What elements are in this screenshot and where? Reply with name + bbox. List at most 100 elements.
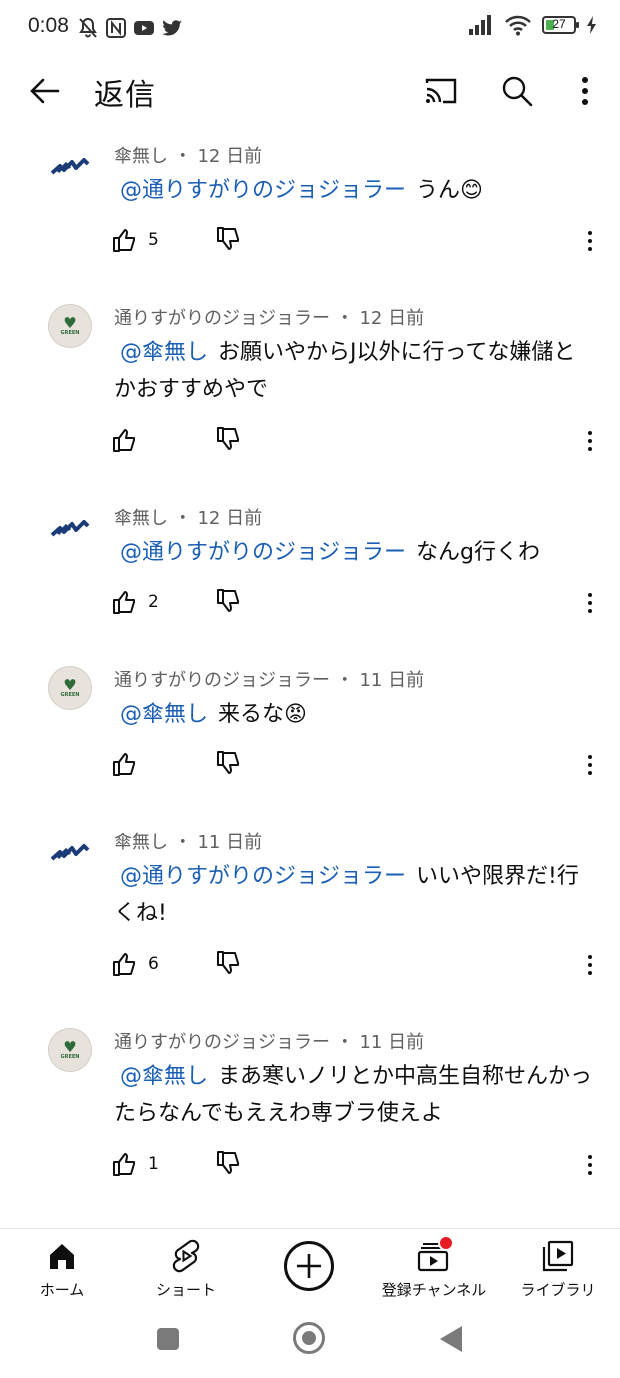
shorts-icon [172,1239,200,1273]
page-title: 返信 [94,78,156,113]
home-system-button[interactable] [293,1322,325,1354]
mention-link[interactable]: @通りすがりのジョジョラー [120,178,406,203]
avatar[interactable] [48,826,92,870]
dislike-button[interactable] [216,426,242,456]
dislike-button[interactable] [216,950,242,980]
thumbs-up-icon [113,229,135,252]
like-button[interactable] [112,422,148,458]
thumbs-up-icon [113,1153,135,1176]
comment-text: @傘無し 来るな😡 [114,696,594,733]
charging-icon [587,16,596,34]
search-button[interactable] [496,70,538,112]
like-count: 2 [148,592,159,612]
thumbs-down-icon [217,589,239,612]
thumbs-down-icon [217,1151,239,1174]
nav-label: 登録チャンネル [381,1281,487,1299]
thumbs-down-icon [217,951,239,974]
dislike-button[interactable] [216,226,242,256]
author-name[interactable]: 傘無し [114,146,168,167]
mention-link[interactable]: @通りすがりのジョジョラー [120,540,406,565]
recents-button[interactable] [157,1328,179,1350]
like-button[interactable]: 2 [112,584,159,620]
battery-icon: 27 [542,16,579,34]
dislike-button[interactable] [216,750,242,780]
like-count: 6 [148,954,159,974]
timestamp: 11 日前 [197,832,263,853]
mention-link[interactable]: @通りすがりのジョジョラー [120,864,406,889]
comment-body: 来るな😡 [218,702,307,727]
comment-meta: 通りすがりのジョジョラー ・ 12 日前 [114,304,424,330]
comment-meta: 傘無し ・ 11 日前 [114,828,262,854]
nav-subscriptions[interactable]: 登録チャンネル [372,1235,496,1300]
comment-actions [112,422,612,462]
twitter-icon [162,20,182,36]
timestamp: 11 日前 [359,670,425,691]
nav-label: ライブラリ [520,1281,596,1299]
mention-link[interactable]: @傘無し [120,1064,208,1089]
comment-actions: 5 [112,222,612,262]
like-button[interactable] [112,746,148,782]
comment-menu-button[interactable] [580,226,600,256]
author-name[interactable]: 通りすがりのジョジョラー [114,308,330,329]
comment-text: @傘無し お願いやからJ以外に行ってな嫌儲とかおすすめやで [114,334,594,408]
nav-label: ホーム [39,1281,85,1299]
dislike-button[interactable] [216,1150,242,1180]
author-name[interactable]: 傘無し [114,832,168,853]
separator: ・ [335,670,354,691]
comment-text: @通りすがりのジョジョラー いいや限界だ!行くね! [114,858,594,932]
avatar[interactable] [48,140,92,184]
comment-text: @通りすがりのジョジョラー なんg行くわ [114,534,594,571]
author-name[interactable]: 傘無し [114,508,168,529]
author-name[interactable]: 通りすがりのジョジョラー [114,670,330,691]
like-button[interactable]: 1 [112,1146,159,1182]
thumbs-up-icon [113,591,135,614]
thumbs-up-icon [113,753,135,776]
comment-actions [112,746,612,786]
avatar[interactable]: ♥ GREEN [48,666,92,710]
separator: ・ [173,508,192,529]
separator: ・ [173,832,192,853]
create-plus-icon [297,1254,321,1278]
cast-button[interactable] [420,70,462,112]
avatar[interactable] [48,502,92,546]
comment-menu-button[interactable] [580,950,600,980]
more-options-button[interactable] [564,70,606,112]
author-name[interactable]: 通りすがりのジョジョラー [114,1032,330,1053]
comment-meta: 通りすがりのジョジョラー ・ 11 日前 [114,666,424,692]
avatar-logo-text: GREEN [60,329,80,336]
create-button[interactable] [284,1241,334,1291]
like-button[interactable]: 5 [112,222,159,258]
separator: ・ [335,308,354,329]
library-icon [542,1240,574,1272]
comment-menu-button[interactable] [580,426,600,456]
comment-actions: 2 [112,584,612,624]
thumbs-up-icon [113,953,135,976]
back-button[interactable] [24,70,66,112]
comment-menu-button[interactable] [580,588,600,618]
comment-text: @通りすがりのジョジョラー うん😊 [114,172,594,209]
mention-link[interactable]: @傘無し [120,702,208,727]
avatar-logo-text: GREEN [60,1053,80,1060]
youtube-icon [134,21,154,35]
nav-shorts[interactable]: ショート [124,1237,248,1300]
nav-home[interactable]: ホーム [0,1237,124,1300]
avatar[interactable]: ♥ GREEN [48,1028,92,1072]
nfc-icon [106,18,126,38]
nav-library[interactable]: ライブラリ [496,1237,620,1300]
heart-icon: ♥ [63,1037,77,1056]
mention-link[interactable]: @傘無し [120,340,208,365]
more-vert-icon [582,77,588,105]
like-count: 5 [148,230,159,250]
heart-icon: ♥ [63,675,77,694]
status-bar: 0:08 27 [0,0,620,58]
avatar[interactable]: ♥ GREEN [48,304,92,348]
comment-body: なんg行くわ [416,540,540,565]
dislike-button[interactable] [216,588,242,618]
comment-meta: 通りすがりのジョジョラー ・ 11 日前 [114,1028,424,1054]
back-system-button[interactable] [440,1326,462,1352]
like-button[interactable]: 6 [112,946,159,982]
comment-menu-button[interactable] [580,1150,600,1180]
thumbs-down-icon [217,427,239,450]
comment-body: うん😊 [416,178,483,203]
comment-menu-button[interactable] [580,750,600,780]
